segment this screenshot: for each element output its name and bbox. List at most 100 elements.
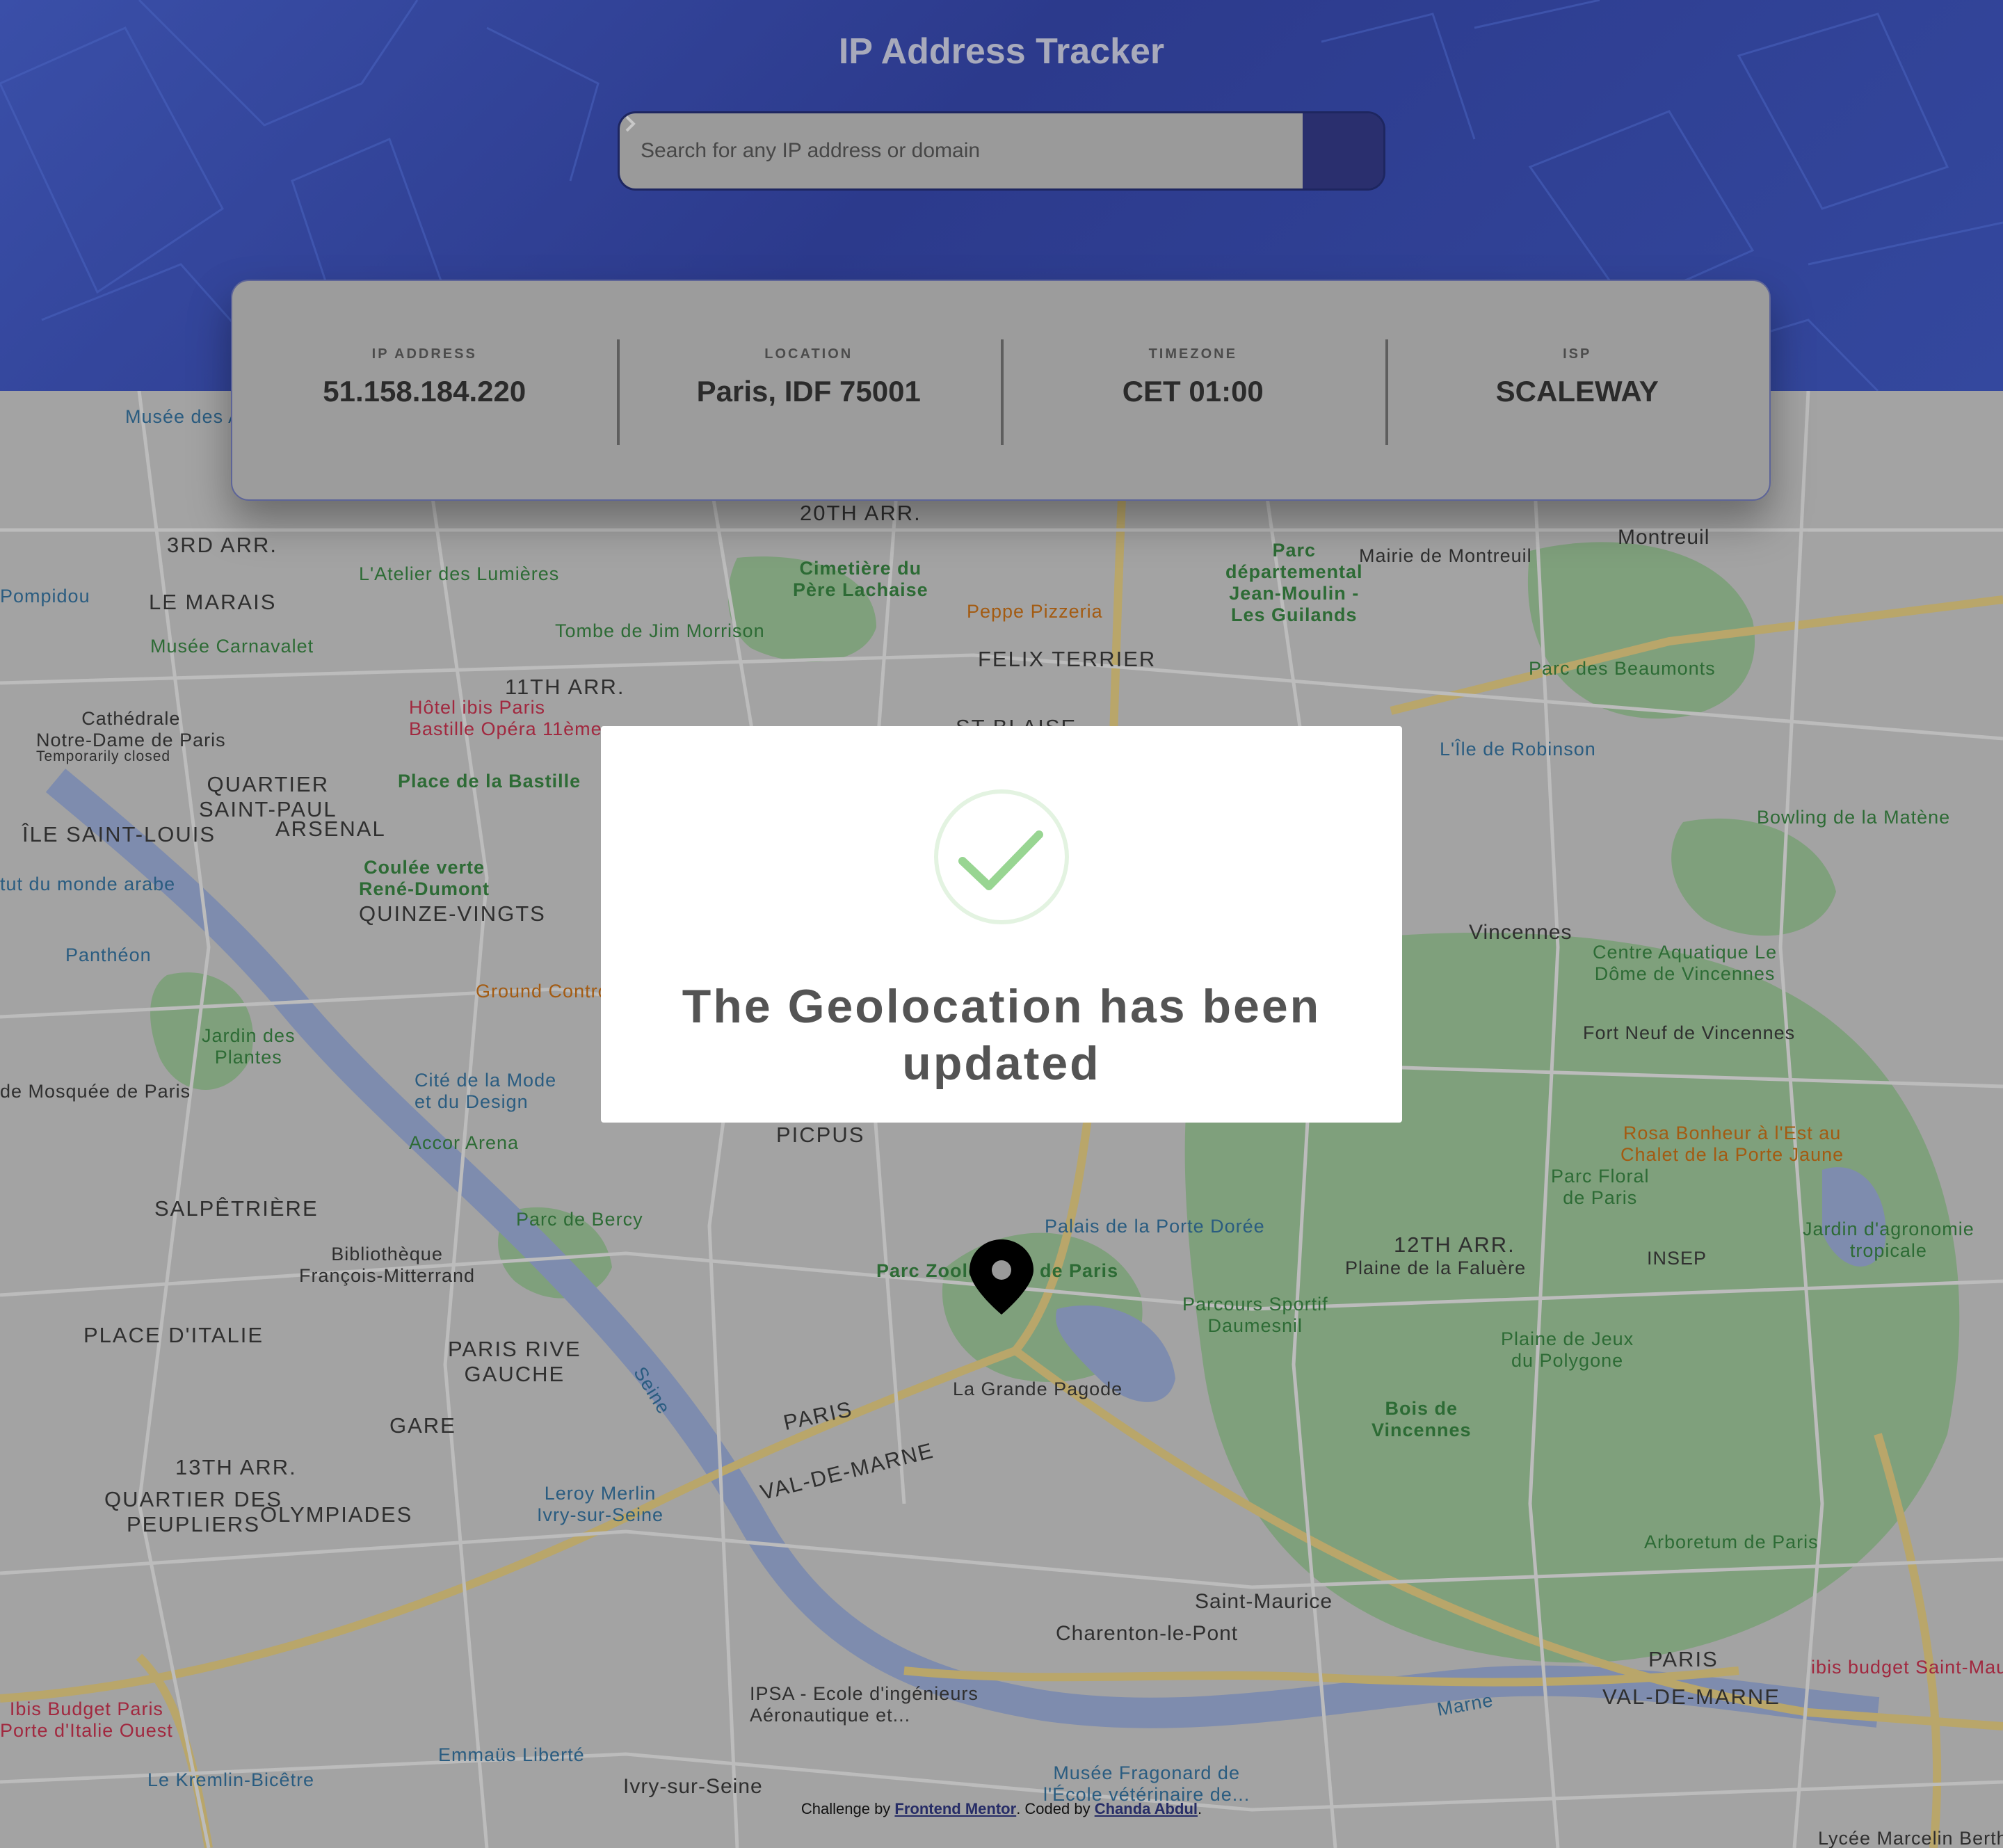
map-label: de Mosquée de Paris [0,1081,191,1102]
map-label: ibis budget Saint-Maur [1811,1657,2003,1678]
map-label: Ivry-sur-Seine [623,1775,763,1798]
search-input[interactable] [620,113,1303,188]
map-label: PLACE D'ITALIE [83,1323,264,1347]
stat-value: Paris, IDF 75001 [696,375,921,408]
map-label: QUINZE-VINGTS [359,901,546,926]
map-label: PARIS RIVE GAUCHE [448,1337,581,1386]
map-label: Emmaüs Liberté [438,1744,585,1765]
stat-label: LOCATION [764,346,853,362]
map-label: Jardin des Plantes [202,1025,296,1068]
author-link[interactable]: Chanda Abdul [1095,1800,1198,1817]
attribution-middle: . Coded by [1016,1800,1095,1817]
map-label: Parc départemental Jean-Moulin - Les Gui… [1225,540,1363,625]
stat-ip-address: IP ADDRESS 51.158.184.220 [232,281,617,499]
stat-label: TIMEZONE [1148,346,1237,362]
map-label: ÎLE SAINT-LOUIS [22,822,216,846]
map-label: Musée Carnavalet [150,636,314,657]
map-label: Cité de la Mode et du Design [415,1070,557,1112]
map-label: Hôtel ibis Paris Bastille Opéra 11ème [409,697,602,739]
map-label: Ground Contro [476,981,609,1002]
app-title: IP Address Tracker [838,31,1165,72]
attribution-prefix: Challenge by [801,1800,895,1817]
map-label: L'Île de Robinson [1440,739,1596,760]
map-label: Place de la Bastille [398,771,581,792]
map-label: Coulée verte René-Dumont [359,857,490,899]
map-label: INSEP [1647,1248,1707,1269]
map-label: 12TH ARR. [1394,1232,1515,1257]
stat-label: IP ADDRESS [371,346,477,362]
map-label: Saint-Maurice [1195,1590,1333,1613]
stat-value: CET 01:00 [1122,375,1264,408]
map-label: Jardin d'agronomie tropicale [1803,1219,1974,1261]
modal-message: The Geolocation has been updated [682,980,1321,1090]
map-label: Charenton-le-Pont [1056,1622,1239,1645]
stat-value: 51.158.184.220 [323,375,526,408]
success-modal[interactable]: The Geolocation has been updated [601,726,1402,1123]
map-label: Parc de Bercy [516,1209,643,1230]
map-label: Le Kremlin-Bicêtre [147,1769,315,1790]
stat-isp: ISP SCALEWAY [1385,281,1770,499]
map-label: Musée des A [125,406,242,427]
map-label: Cimetière du Père Lachaise [793,558,928,600]
map-label: 20TH ARR. [800,501,922,525]
map-label: VAL-DE-MARNE [1602,1685,1780,1709]
map-label: IPSA - Ecole d'ingénieurs Aéronautique e… [750,1683,979,1726]
map-label: Musée Fragonard de l'École vétérinaire d… [1043,1762,1250,1805]
map-label: QUARTIER SAINT-PAUL [199,772,337,821]
map-label: PICPUS [776,1123,865,1147]
map-label: FELIX TERRIER [978,647,1157,671]
map-label: Temporarily closed [36,748,171,764]
map-label: Plaine de la Faluère [1345,1258,1527,1278]
map-label: PARIS [1648,1647,1719,1671]
location-pin-icon[interactable] [968,1238,1035,1316]
check-circle-icon [934,789,1069,924]
attribution: Challenge by Frontend Mentor. Coded by C… [0,1800,2003,1818]
stat-label: ISP [1563,346,1592,362]
map-label: GARE [389,1413,456,1438]
map-label: Bois de Vincennes [1371,1398,1472,1440]
map-label: Centre Aquatique Le Dôme de Vincennes [1593,942,1778,984]
map-label: Mairie de Montreuil [1359,545,1532,566]
map-label: 3RD ARR. [167,533,277,557]
stat-timezone: TIMEZONE CET 01:00 [1001,281,1385,499]
chevron-right-icon [625,115,636,132]
map-label: Panthéon [65,945,152,965]
map-label: ARSENAL [275,817,386,841]
map-label: Vincennes [1469,921,1572,944]
map-label: L'Atelier des Lumières [359,563,560,584]
map-label: Fort Neuf de Vincennes [1583,1022,1796,1043]
map-label: QUARTIER DES PEUPLIERS [104,1487,282,1536]
map-label: Tombe de Jim Morrison [555,620,765,641]
map-label: Montreuil [1618,526,1710,549]
map-label: Lycée Marcelin Berthelot [1818,1828,2003,1848]
frontend-mentor-link[interactable]: Frontend Mentor [894,1800,1016,1817]
map-label: Bibliothèque François-Mitterrand [299,1244,476,1286]
map-label: tut du monde arabe [0,874,176,894]
map-label: Peppe Pizzeria [967,601,1103,622]
map-label: Accor Arena [409,1132,520,1153]
map-label: SALPÊTRIÈRE [154,1196,319,1221]
map-label: Cathédrale Notre-Dame de Paris [36,708,226,750]
stat-value: SCALEWAY [1495,375,1659,408]
map-label: Ibis Budget Paris Porte d'Italie Ouest [0,1698,173,1741]
search-bar [618,111,1385,191]
map-label: La Grande Pagode [953,1379,1123,1399]
map-label: Plaine de Jeux du Polygone [1501,1328,1634,1371]
ip-info-card: IP ADDRESS 51.158.184.220 LOCATION Paris… [231,280,1771,501]
search-button[interactable] [625,113,1383,188]
map-label: 13TH ARR. [175,1455,297,1479]
map-label: OLYMPIADES [260,1502,413,1527]
map-label: Arboretum de Paris [1644,1532,1819,1552]
map-label: Parc Floral de Paris [1551,1166,1650,1208]
map-label: Pompidou [0,586,90,606]
stat-location: LOCATION Paris, IDF 75001 [616,281,1002,499]
map-label: Palais de la Porte Dorée [1045,1216,1265,1237]
map-label: Leroy Merlin Ivry-sur-Seine [537,1483,664,1525]
map-label: Parc des Beaumonts [1529,658,1716,679]
map-label: Rosa Bonheur à l'Est au Chalet de la Por… [1620,1123,1844,1165]
map-label: Parcours Sportif Daumesnil [1182,1294,1328,1336]
map-label: 11TH ARR. [505,675,625,699]
map-label: LE MARAIS [149,590,277,614]
map-label: Bowling de la Matène [1757,807,1951,828]
attribution-suffix: . [1198,1800,1202,1817]
